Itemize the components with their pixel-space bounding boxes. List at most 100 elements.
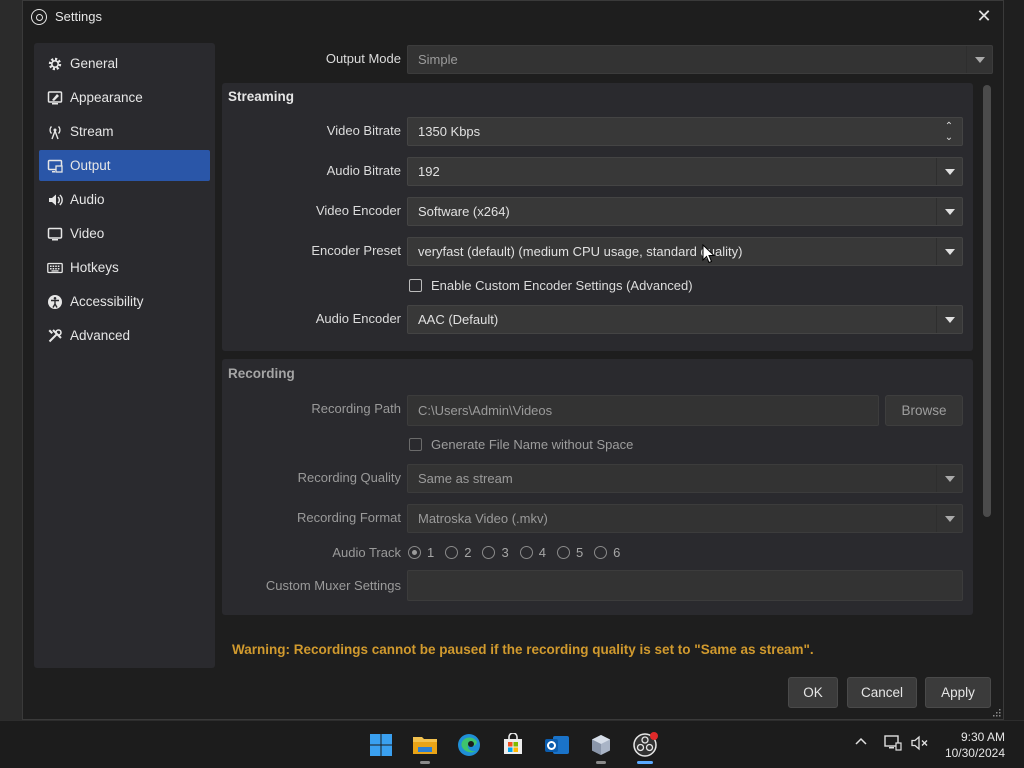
sidebar-item-video[interactable]: Video bbox=[39, 218, 210, 249]
sidebar-item-label: General bbox=[70, 56, 119, 71]
audio-bitrate-label: Audio Bitrate bbox=[326, 163, 401, 178]
sidebar-item-label: Output bbox=[70, 158, 111, 173]
ok-button[interactable]: OK bbox=[788, 677, 838, 708]
antenna-icon bbox=[46, 123, 63, 140]
chevron-down-icon bbox=[936, 505, 962, 532]
audio-bitrate-select[interactable]: 192 bbox=[407, 157, 963, 186]
streaming-group-title: Streaming bbox=[228, 89, 295, 104]
audio-track-option: 1 bbox=[427, 545, 435, 560]
output-mode-value: Simple bbox=[418, 52, 458, 67]
appearance-icon bbox=[46, 89, 63, 106]
spin-arrows-icon[interactable]: ⌃ ⌄ bbox=[936, 118, 962, 145]
monitor-output-icon bbox=[46, 157, 63, 174]
windows-start-icon[interactable] bbox=[366, 730, 396, 760]
encoder-preset-value: veryfast (default) (medium CPU usage, st… bbox=[418, 244, 743, 259]
clock-date: 10/30/2024 bbox=[944, 746, 1005, 760]
recording-quality-value: Same as stream bbox=[418, 471, 513, 486]
sidebar-item-label: Advanced bbox=[70, 328, 131, 343]
background-app-right-edge bbox=[1002, 0, 1024, 720]
video-bitrate-value: 1350 Kbps bbox=[418, 124, 481, 139]
recording-path-value: C:\Users\Admin\Videos bbox=[418, 403, 553, 418]
radio-dot[interactable] bbox=[556, 546, 570, 559]
radio-dot[interactable] bbox=[519, 546, 533, 559]
custom-encoder-settings-checkbox[interactable]: Enable Custom Encoder Settings (Advanced… bbox=[409, 278, 693, 293]
video-bitrate-spinbox[interactable]: 1350 Kbps ⌃ ⌄ bbox=[407, 117, 963, 146]
warning-message: Warning: Recordings cannot be paused if … bbox=[232, 642, 814, 657]
background-app-left-edge bbox=[0, 0, 22, 720]
recording-quality-label: Recording Quality bbox=[297, 470, 401, 485]
output-mode-label: Output Mode bbox=[325, 51, 401, 66]
apply-button[interactable]: Apply bbox=[925, 677, 991, 708]
obs-studio-taskbar-icon[interactable] bbox=[630, 730, 660, 764]
browse-button[interactable]: Browse bbox=[885, 395, 963, 426]
sidebar-item-appearance[interactable]: Appearance bbox=[39, 82, 210, 113]
audio-encoder-label: Audio Encoder bbox=[315, 311, 401, 326]
close-button[interactable]: ✕ bbox=[973, 5, 995, 27]
recording-quality-select[interactable]: Same as stream bbox=[407, 464, 963, 493]
edge-browser-icon[interactable] bbox=[454, 730, 484, 760]
obs-app-icon bbox=[31, 8, 47, 25]
sidebar-item-general[interactable]: General bbox=[39, 48, 210, 79]
radio-dot[interactable] bbox=[408, 546, 421, 559]
recording-path-label: Recording Path bbox=[311, 401, 401, 416]
radio-dot[interactable] bbox=[445, 546, 459, 559]
audio-track-option: 2 bbox=[464, 545, 472, 560]
outlook-icon[interactable] bbox=[542, 730, 572, 760]
radio-dot[interactable] bbox=[482, 546, 496, 559]
active-indicator bbox=[637, 761, 653, 764]
video-encoder-value: Software (x264) bbox=[418, 204, 510, 219]
audio-track-radio-6[interactable]: 6 bbox=[594, 545, 620, 560]
virtualbox-icon[interactable] bbox=[586, 730, 616, 764]
file-explorer-icon[interactable] bbox=[410, 730, 440, 764]
radio-dot[interactable] bbox=[594, 546, 608, 559]
content-scrollbar[interactable] bbox=[983, 83, 991, 623]
audio-bitrate-value: 192 bbox=[418, 164, 440, 179]
sidebar-item-label: Accessibility bbox=[70, 294, 144, 309]
audio-track-radio-3[interactable]: 3 bbox=[482, 545, 509, 560]
chevron-down-icon bbox=[936, 198, 962, 225]
monitor-icon bbox=[46, 225, 63, 242]
audio-track-option: 3 bbox=[501, 545, 509, 560]
no-space-filename-checkbox[interactable]: Generate File Name without Space bbox=[409, 437, 633, 452]
chevron-down-icon bbox=[936, 158, 962, 185]
sidebar-item-stream[interactable]: Stream bbox=[39, 116, 210, 147]
output-mode-select[interactable]: Simple bbox=[407, 45, 993, 74]
video-encoder-select[interactable]: Software (x264) bbox=[407, 197, 963, 226]
sidebar-item-audio[interactable]: Audio bbox=[39, 184, 210, 215]
resize-grip-icon[interactable] bbox=[991, 707, 1001, 717]
recording-format-select[interactable]: Matroska Video (.mkv) bbox=[407, 504, 963, 533]
audio-encoder-select[interactable]: AAC (Default) bbox=[407, 305, 963, 334]
running-indicator bbox=[420, 761, 430, 764]
network-icon[interactable] bbox=[884, 735, 902, 754]
sidebar-item-advanced[interactable]: Advanced bbox=[39, 320, 210, 351]
microsoft-store-icon[interactable] bbox=[498, 730, 528, 760]
custom-muxer-input[interactable] bbox=[407, 570, 963, 601]
sidebar-item-accessibility[interactable]: Accessibility bbox=[39, 286, 210, 317]
scrollbar-thumb[interactable] bbox=[983, 85, 991, 517]
recording-path-input[interactable]: C:\Users\Admin\Videos bbox=[407, 395, 879, 426]
audio-track-radio-5[interactable]: 5 bbox=[556, 545, 583, 560]
audio-track-radio-4[interactable]: 4 bbox=[519, 545, 546, 560]
sidebar-item-label: Video bbox=[70, 226, 105, 241]
audio-track-option: 4 bbox=[538, 545, 546, 560]
sidebar-item-output[interactable]: Output bbox=[39, 150, 210, 181]
accessibility-icon bbox=[46, 293, 63, 310]
sidebar-item-label: Hotkeys bbox=[70, 260, 119, 275]
system-clock[interactable]: 9:30 AM 10/30/2024 bbox=[945, 729, 1005, 761]
audio-track-option: 6 bbox=[613, 545, 621, 560]
sidebar-item-label: Audio bbox=[70, 192, 105, 207]
window-title: Settings bbox=[55, 9, 102, 24]
recording-format-value: Matroska Video (.mkv) bbox=[418, 511, 548, 526]
audio-track-radio-2[interactable]: 2 bbox=[445, 545, 471, 560]
cancel-button[interactable]: Cancel bbox=[847, 677, 917, 708]
checkbox-box[interactable] bbox=[409, 438, 422, 451]
sidebar-item-hotkeys[interactable]: Hotkeys bbox=[39, 252, 210, 283]
chevron-up-icon[interactable] bbox=[854, 735, 868, 752]
encoder-preset-select[interactable]: veryfast (default) (medium CPU usage, st… bbox=[407, 237, 963, 266]
sidebar-item-label: Stream bbox=[70, 124, 114, 139]
audio-track-radio-1[interactable]: 1 bbox=[408, 545, 434, 560]
speaker-muted-icon[interactable] bbox=[911, 735, 929, 754]
recording-group-title: Recording bbox=[228, 366, 295, 381]
checkbox-box[interactable] bbox=[409, 279, 422, 292]
mouse-cursor-icon bbox=[702, 244, 716, 264]
